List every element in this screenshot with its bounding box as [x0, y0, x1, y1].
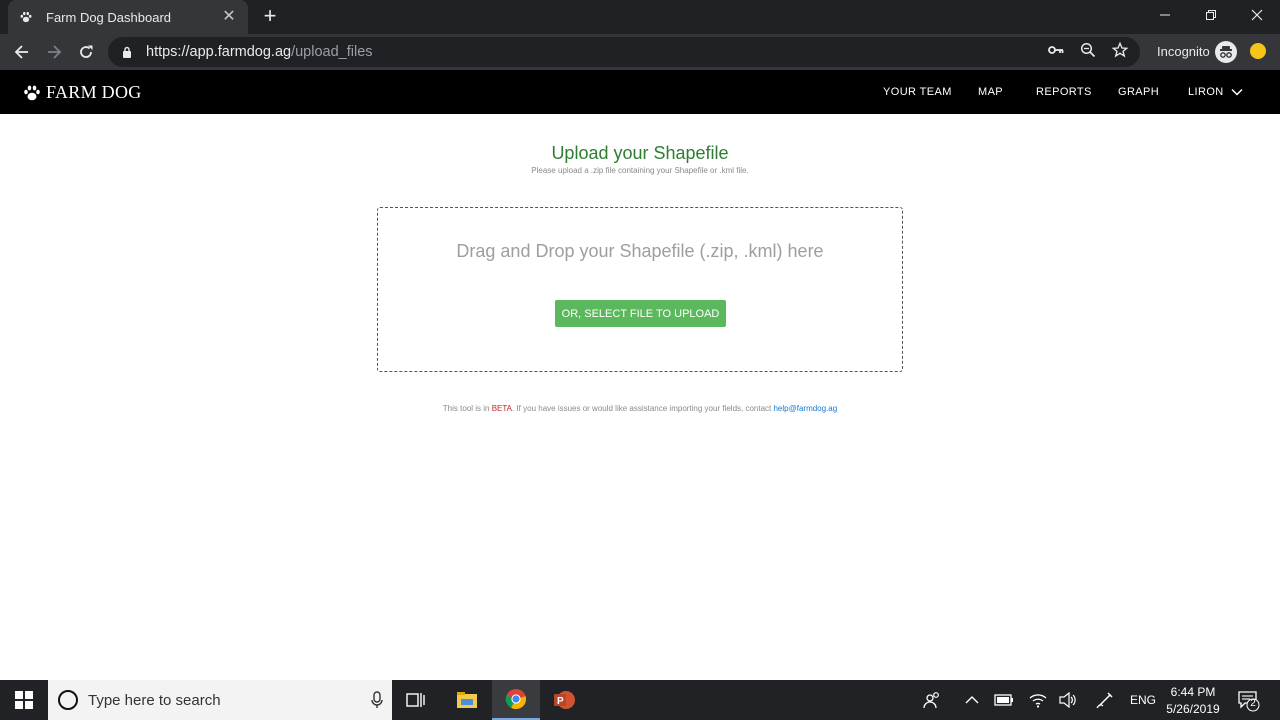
brand-logo[interactable]: FARM DOG: [22, 82, 142, 103]
language-indicator[interactable]: ENG: [1130, 693, 1156, 707]
paw-icon: [24, 85, 40, 100]
extension-icon[interactable]: [1250, 43, 1266, 59]
volume-icon[interactable]: [1058, 690, 1078, 710]
beta-notice: This tool is in BETA. If you have issues…: [0, 404, 1280, 413]
powerpoint-icon[interactable]: P: [540, 680, 588, 720]
taskbar-search-placeholder: Type here to search: [88, 691, 221, 709]
beta-suffix: . If you have issues or would like assis…: [512, 404, 774, 413]
browser-tabstrip: Farm Dog Dashboard ✕ +: [0, 0, 1280, 34]
paw-icon: [18, 9, 34, 25]
page-subtitle: Please upload a .zip file containing you…: [531, 166, 749, 175]
system-clock[interactable]: 6:44 PM 5/26/2019: [1164, 684, 1222, 718]
help-email-link[interactable]: help@farmdog.ag: [773, 404, 837, 413]
restore-icon[interactable]: [1188, 0, 1234, 30]
incognito-icon[interactable]: [1215, 41, 1237, 63]
reload-icon[interactable]: [72, 38, 100, 66]
star-icon[interactable]: [1111, 41, 1129, 59]
taskbar-search[interactable]: Type here to search: [48, 680, 392, 720]
tab-close-icon[interactable]: ✕: [220, 8, 238, 26]
forward-icon[interactable]: [40, 38, 68, 66]
app-header: FARM DOG YOUR TEAM MAP REPORTS GRAPH LIR…: [0, 70, 1280, 114]
zoom-icon[interactable]: [1079, 41, 1097, 59]
new-tab-icon[interactable]: +: [258, 5, 282, 28]
pen-icon[interactable]: [1095, 690, 1115, 710]
lock-icon: [120, 45, 134, 59]
file-explorer-icon[interactable]: [443, 680, 491, 720]
chevron-down-icon[interactable]: [1231, 87, 1243, 97]
chrome-icon[interactable]: [492, 680, 540, 720]
page-title: Upload your Shapefile: [551, 143, 729, 163]
nav-map[interactable]: MAP: [978, 86, 1003, 98]
url-host: https://app.farmdog.ag: [146, 44, 292, 60]
address-bar[interactable]: https://app.farmdog.ag/upload_files: [108, 37, 1140, 67]
minimize-icon[interactable]: [1142, 0, 1188, 30]
browser-tab[interactable]: Farm Dog Dashboard ✕: [8, 0, 248, 34]
task-view-icon[interactable]: [392, 680, 440, 720]
tab-title: Farm Dog Dashboard: [46, 9, 171, 25]
nav-user-menu[interactable]: LIRON: [1188, 86, 1224, 98]
beta-label: BETA: [491, 404, 513, 413]
windows-start-icon[interactable]: [0, 680, 48, 720]
brand-name: FARM DOG: [46, 82, 142, 102]
svg-text:P: P: [557, 696, 564, 707]
chevron-up-icon[interactable]: [962, 690, 982, 710]
nav-your-team[interactable]: YOUR TEAM: [883, 86, 952, 98]
microphone-icon[interactable]: [362, 688, 392, 712]
cortana-icon: [58, 690, 78, 710]
back-icon[interactable]: [8, 38, 36, 66]
dropzone-text: Drag and Drop your Shapefile (.zip, .kml…: [456, 241, 824, 261]
notification-count: 2: [1250, 698, 1256, 709]
file-dropzone[interactable]: Drag and Drop your Shapefile (.zip, .kml…: [377, 207, 903, 372]
notification-icon[interactable]: 2: [1236, 688, 1260, 712]
clock-date: 5/26/2019: [1166, 702, 1220, 716]
close-window-icon[interactable]: [1234, 0, 1280, 30]
windows-taskbar: Type here to search P ENG 6:44 PM 5/26/2…: [0, 680, 1280, 720]
nav-reports[interactable]: REPORTS: [1036, 86, 1092, 98]
people-icon[interactable]: [922, 690, 942, 710]
battery-icon[interactable]: [994, 690, 1014, 710]
key-icon[interactable]: [1047, 41, 1065, 59]
browser-toolbar: https://app.farmdog.ag/upload_files Inco…: [0, 34, 1280, 70]
url-path: /upload_files: [291, 44, 373, 60]
wifi-icon[interactable]: [1028, 690, 1048, 710]
nav-graph[interactable]: GRAPH: [1118, 86, 1159, 98]
incognito-label: Incognito: [1157, 44, 1210, 59]
clock-time: 6:44 PM: [1170, 685, 1216, 699]
beta-prefix: This tool is in: [442, 404, 492, 413]
select-file-button[interactable]: OR, SELECT FILE TO UPLOAD: [555, 300, 726, 327]
